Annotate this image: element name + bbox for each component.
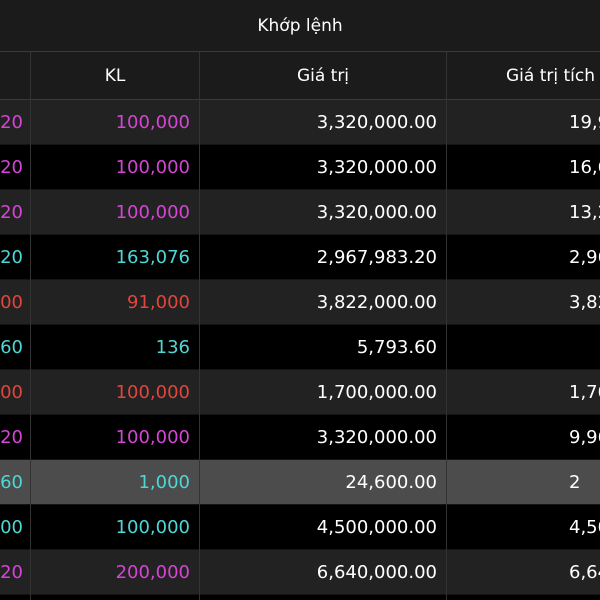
column-divider [199,52,200,600]
cell-gia-tri: 24,600.00 [345,472,437,493]
cell-kl: 136 [155,337,190,358]
cell-kl: 100,000 [115,382,190,403]
cell-gia-tri: 6,640,000.00 [316,562,437,583]
column-divider [30,52,31,600]
table-row[interactable]: 20 200,000 6,640,000.00 6,64 [0,550,600,595]
column-header-row: KL Giá trị Giá trị tích [0,52,600,100]
cell-kl: 100,000 [115,112,190,133]
table-row[interactable]: 60 136 5,793.60 [0,325,600,370]
cell-price: 00 [0,382,23,403]
table-row[interactable]: 00 100,000 4,500,000.00 4,50 [0,505,600,550]
cell-price: 00 [0,517,23,538]
cell-kl: 91,000 [127,292,190,313]
cell-gia-tri-tich [447,325,600,369]
cell-gia-tri-tich: 1,70 [569,382,600,403]
cell-gia-tri: 5,793.60 [356,337,437,358]
cell-kl: 100,000 [115,202,190,223]
cell-price: 60 [0,472,23,493]
cell-price: 00 [0,292,23,313]
cell-gia-tri-tich: 9,96 [569,427,600,448]
table-body: 20 100,000 3,320,000.00 19,92 20 100,000 3,320… [0,100,600,595]
cell-price: 20 [0,427,23,448]
cell-gia-tri-tich: 2,96 [569,247,600,268]
cell-gia-tri-tich: 13,28 [569,202,600,223]
cell-kl: 200,000 [115,562,190,583]
cell-kl: 100,000 [115,157,190,178]
cell-gia-tri: 3,822,000.00 [316,292,437,313]
table-row[interactable]: 20 100,000 3,320,000.00 16,60 [0,145,600,190]
cell-kl: 163,076 [115,247,190,268]
group-header-khop-lenh: Khớp lệnh [0,0,600,52]
column-header-gia-tri-tich[interactable]: Giá trị tích [447,52,600,100]
column-divider [446,52,447,600]
table-row[interactable]: 60 1,000 24,600.00 2 [0,460,600,505]
cell-gia-tri: 4,500,000.00 [316,517,437,538]
cell-price: 20 [0,247,23,268]
table-row[interactable]: 20 163,076 2,967,983.20 2,96 [0,235,600,280]
cell-gia-tri: 2,967,983.20 [316,247,437,268]
cell-gia-tri: 3,320,000.00 [316,202,437,223]
table-row[interactable]: 20 100,000 3,320,000.00 19,92 [0,100,600,145]
cell-gia-tri-tich: 2 [569,472,581,493]
table-row[interactable]: 20 100,000 3,320,000.00 13,28 [0,190,600,235]
column-header-price[interactable] [0,52,30,100]
table-row[interactable]: 00 91,000 3,822,000.00 3,82 [0,280,600,325]
cell-kl: 1,000 [138,472,190,493]
cell-gia-tri-tich: 16,60 [569,157,600,178]
cell-gia-tri: 3,320,000.00 [316,427,437,448]
cell-gia-tri-tich: 4,50 [569,517,600,538]
cell-price: 20 [0,112,23,133]
column-header-kl[interactable]: KL [31,52,199,100]
cell-price: 60 [0,337,23,358]
cell-gia-tri-tich: 3,82 [569,292,600,313]
column-header-gia-tri[interactable]: Giá trị [200,52,446,100]
cell-gia-tri: 3,320,000.00 [316,112,437,133]
cell-gia-tri: 3,320,000.00 [316,157,437,178]
cell-gia-tri: 1,700,000.00 [316,382,437,403]
cell-gia-tri-tich: 6,64 [569,562,600,583]
cell-price: 20 [0,202,23,223]
order-matching-table: Khớp lệnh KL Giá trị Giá trị tích 20 100,… [0,0,600,600]
cell-price: 20 [0,157,23,178]
cell-gia-tri-tich: 19,92 [569,112,600,133]
table-row[interactable]: 00 100,000 1,700,000.00 1,70 [0,370,600,415]
cell-kl: 100,000 [115,427,190,448]
table-row[interactable]: 20 100,000 3,320,000.00 9,96 [0,415,600,460]
cell-kl: 100,000 [115,517,190,538]
cell-price: 20 [0,562,23,583]
